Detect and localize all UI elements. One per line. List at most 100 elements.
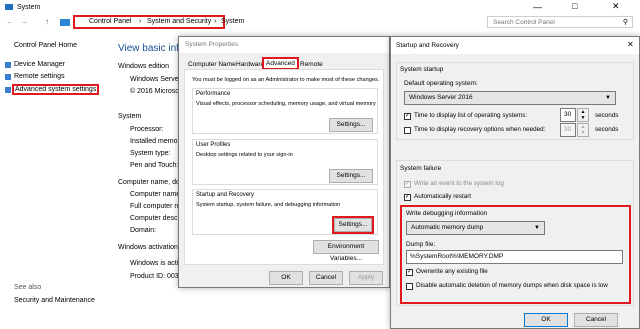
security-maintenance-link[interactable]: Security and Maintenance bbox=[14, 297, 95, 304]
startup-cancel-button[interactable]: Cancel bbox=[574, 313, 618, 327]
default-os-label: Default operating system: bbox=[404, 80, 478, 87]
copyright-text: © 2016 Microsoft bbox=[130, 88, 184, 95]
auto-restart-label: Automatically restart bbox=[414, 193, 472, 200]
forward-icon[interactable]: → bbox=[20, 17, 28, 26]
user-profiles-settings-button[interactable]: Settings... bbox=[329, 169, 373, 183]
domain-label: Domain: bbox=[130, 227, 157, 234]
time-list-label: Time to display list of operating system… bbox=[414, 112, 528, 119]
back-icon[interactable]: ← bbox=[6, 17, 14, 26]
startup-ok-button[interactable]: OK bbox=[524, 313, 568, 327]
startup-recovery-dialog: Startup and Recovery ✕ System startup De… bbox=[390, 36, 640, 329]
default-os-select[interactable]: Windows Server 2016 ▼ bbox=[404, 91, 616, 105]
startup-recovery-settings-button[interactable]: Settings... bbox=[332, 216, 374, 234]
system-startup-title: System startup bbox=[400, 66, 444, 73]
cancel-button[interactable]: Cancel bbox=[309, 271, 343, 285]
dump-file-label: Dump file: bbox=[406, 241, 436, 248]
time-recovery-label: Time to display recovery options when ne… bbox=[414, 126, 546, 133]
overwrite-checkbox[interactable]: ✓ bbox=[406, 269, 413, 276]
system-window-title: System bbox=[17, 4, 41, 11]
search-input[interactable]: Search Control Panel ⚲ bbox=[487, 16, 633, 28]
overwrite-label: Overwrite any existing file bbox=[416, 268, 488, 275]
search-placeholder: Search Control Panel bbox=[493, 19, 555, 26]
computer-description-label: Computer descrip bbox=[130, 215, 186, 222]
search-icon: ⚲ bbox=[622, 19, 628, 26]
user-profiles-title: User Profiles bbox=[196, 142, 231, 148]
time-list-spinner[interactable]: ▲ ▼ bbox=[577, 108, 589, 122]
shield-icon bbox=[5, 62, 11, 68]
startup-dialog-title-bar: Startup and Recovery ✕ bbox=[391, 37, 639, 54]
dialog-title: System Properties bbox=[185, 41, 239, 48]
up-icon[interactable]: ↑ bbox=[45, 17, 49, 26]
time-list-checkbox[interactable]: ✓ bbox=[404, 113, 411, 120]
section-system: System bbox=[118, 113, 142, 120]
tab-hardware[interactable]: Hardware bbox=[236, 61, 264, 68]
control-panel-home-link[interactable]: Control Panel Home bbox=[14, 42, 77, 49]
breadcrumb-separator-icon: › bbox=[139, 18, 142, 25]
disable-auto-delete-label: Disable automatic deletion of memory dum… bbox=[416, 282, 608, 289]
sidebar-item-remote-settings[interactable]: Remote settings bbox=[14, 73, 65, 80]
performance-title: Performance bbox=[196, 91, 231, 97]
breadcrumb-system-security[interactable]: System and Security bbox=[147, 17, 211, 27]
maximize-button[interactable]: □ bbox=[572, 1, 577, 11]
close-icon[interactable]: ✕ bbox=[627, 40, 634, 49]
disable-auto-delete-checkbox[interactable] bbox=[406, 283, 413, 290]
tab-advanced[interactable]: Advanced bbox=[262, 57, 299, 70]
minimize-button[interactable]: — bbox=[533, 2, 542, 12]
startup-dialog-title: Startup and Recovery bbox=[396, 42, 459, 49]
ok-button[interactable]: OK bbox=[269, 271, 303, 285]
write-debug-label: Write debugging information bbox=[406, 210, 488, 217]
shield-icon bbox=[5, 87, 11, 93]
dump-type-select[interactable]: Automatic memory dump ▼ bbox=[406, 221, 545, 235]
system-failure-group: System failure ✓ Write an event to the s… bbox=[396, 160, 634, 306]
system-icon bbox=[5, 4, 13, 10]
breadcrumb-control-panel[interactable]: Control Panel bbox=[89, 17, 131, 27]
system-failure-title: System failure bbox=[400, 165, 442, 172]
system-type-label: System type: bbox=[130, 150, 171, 157]
time-recovery-spinner[interactable]: ▲ ▼ bbox=[577, 123, 589, 137]
breadcrumb-separator-icon: › bbox=[214, 18, 217, 25]
installed-memory-label: Installed memory bbox=[130, 138, 184, 145]
debugging-info-section: Write debugging information Automatic me… bbox=[400, 205, 631, 304]
address-bar-row: ← → ↑ Control Panel › System and Securit… bbox=[0, 15, 640, 31]
breadcrumb-system[interactable]: System bbox=[221, 17, 244, 27]
time-recovery-checkbox[interactable] bbox=[404, 127, 411, 134]
dump-type-value: Automatic memory dump bbox=[411, 224, 484, 231]
monitor-icon bbox=[60, 19, 70, 26]
chevron-down-icon: ▼ bbox=[534, 225, 540, 231]
environment-variables-button[interactable]: Environment Variables... bbox=[313, 240, 379, 262]
tab-remote[interactable]: Remote bbox=[300, 61, 323, 68]
time-list-seconds: seconds bbox=[595, 112, 619, 119]
apply-button[interactable]: Apply bbox=[349, 271, 383, 285]
system-properties-dialog: System Properties Computer Name Hardware… bbox=[178, 36, 390, 288]
dialog-title-bar: System Properties bbox=[179, 37, 389, 53]
user-profiles-desc: Desktop settings related to your sign-in bbox=[196, 152, 293, 158]
computer-name-label: Computer name: bbox=[130, 191, 183, 198]
section-computer-name: Computer name, dom bbox=[118, 179, 186, 186]
admin-note: You must be logged on as an Administrato… bbox=[192, 77, 380, 83]
auto-restart-checkbox[interactable]: ✓ bbox=[404, 194, 411, 201]
processor-label: Processor: bbox=[130, 126, 164, 133]
startup-recovery-title: Startup and Recovery bbox=[196, 192, 255, 198]
write-event-label: Write an event to the system log bbox=[414, 180, 504, 187]
system-title-bar: System — □ ✕ bbox=[0, 0, 640, 16]
time-list-input[interactable]: 30 bbox=[560, 108, 576, 122]
startup-recovery-desc: System startup, system failure, and debu… bbox=[196, 202, 341, 208]
write-event-checkbox[interactable]: ✓ bbox=[404, 181, 411, 188]
pen-touch-label: Pen and Touch: bbox=[130, 162, 179, 169]
close-button[interactable]: ✕ bbox=[612, 1, 620, 12]
time-recovery-input[interactable]: 30 bbox=[560, 123, 576, 137]
chevron-down-icon: ▼ bbox=[605, 95, 611, 101]
sidebar-item-advanced-system-settings[interactable]: Advanced system settings bbox=[11, 84, 100, 95]
dump-file-input[interactable]: %SystemRoot%\MEMORY.DMP bbox=[406, 250, 623, 264]
default-os-value: Windows Server 2016 bbox=[409, 94, 473, 101]
performance-group: Performance Visual effects, processor sc… bbox=[192, 88, 378, 134]
sidebar-item-device-manager[interactable]: Device Manager bbox=[14, 61, 65, 68]
performance-settings-button[interactable]: Settings... bbox=[329, 118, 373, 132]
section-windows-edition: Windows edition bbox=[118, 63, 169, 70]
tab-computer-name[interactable]: Computer Name bbox=[188, 61, 236, 68]
breadcrumb[interactable]: Control Panel › System and Security › Sy… bbox=[73, 15, 244, 29]
section-windows-activation: Windows activation bbox=[118, 244, 178, 251]
sidebar: Control Panel Home Device Manager Remote… bbox=[0, 31, 110, 329]
startup-recovery-group: Startup and Recovery System startup, sys… bbox=[192, 189, 378, 235]
system-startup-group: System startup Default operating system:… bbox=[396, 62, 634, 140]
